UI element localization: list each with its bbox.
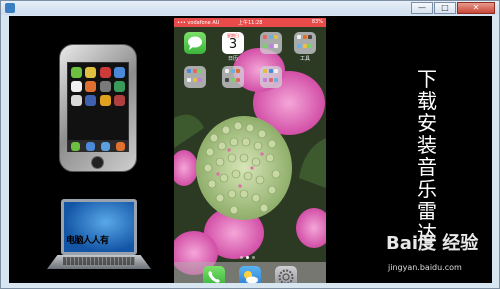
title-bar[interactable]: — □ ✕	[1, 1, 499, 15]
calendar-app-icon[interactable]: 星期日 3	[222, 32, 244, 54]
speech-bubble-icon	[188, 36, 202, 50]
iphone-illustration	[59, 44, 137, 172]
tools-folder-label: 工具	[299, 56, 310, 62]
mini-app-icon	[268, 69, 273, 73]
weather-app-icon[interactable]	[239, 266, 261, 283]
phone-handset-icon	[208, 271, 220, 283]
mini-app-icon	[236, 77, 241, 82]
folder-icon[interactable]	[260, 32, 282, 54]
mini-app-icon	[263, 77, 267, 82]
mini-app-icon	[268, 77, 273, 82]
mini-app-icon	[192, 77, 197, 82]
laptop-keyboard	[63, 257, 135, 265]
mini-app-icon	[302, 35, 307, 39]
image-viewer-canvas: 电脑人人有 ••• vodafone AU 上午11:28 83% 星期日 3 …	[9, 16, 492, 283]
app-icon	[113, 67, 125, 78]
tools-folder-icon[interactable]	[294, 32, 316, 54]
mini-app-icon	[198, 69, 203, 73]
app-icon	[113, 95, 125, 106]
app-icon	[86, 141, 95, 151]
page-indicator[interactable]	[240, 256, 255, 259]
mini-app-icon	[230, 69, 235, 73]
mini-app-icon	[308, 35, 313, 39]
settings-app-icon[interactable]	[275, 266, 297, 283]
laptop-screen-text: 电脑人人有	[66, 236, 109, 246]
app-icon	[71, 67, 82, 78]
phone-dock	[174, 262, 326, 283]
maximize-button[interactable]: □	[434, 2, 456, 14]
app-icon	[71, 95, 82, 106]
carrier-text: ••• vodafone AU	[177, 19, 220, 26]
laptop-illustration: 电脑人人有	[47, 199, 151, 277]
page-dot-active	[246, 256, 249, 259]
app-icon	[116, 141, 125, 151]
page-dot	[252, 256, 255, 259]
mini-app-icon	[274, 43, 279, 48]
mini-app-icon	[225, 77, 229, 82]
mini-app-icon	[268, 35, 273, 39]
app-icon	[71, 81, 82, 92]
mini-app-icon	[263, 35, 267, 39]
sun-cloud-icon	[244, 271, 258, 283]
mini-app-icon	[308, 43, 313, 48]
mini-app-icon	[230, 77, 235, 82]
app-icon	[85, 95, 97, 106]
app-icon	[99, 67, 111, 78]
mini-app-icon	[274, 77, 279, 82]
mini-app-icon	[236, 69, 241, 73]
page-dot	[240, 256, 243, 259]
mini-app-icon	[302, 43, 307, 48]
mini-app-icon	[274, 69, 279, 73]
mini-app-icon	[268, 43, 273, 48]
mini-app-icon	[198, 77, 203, 82]
minimize-button[interactable]: —	[411, 2, 433, 14]
app-icon	[71, 141, 80, 151]
messages-app-icon[interactable]	[184, 32, 206, 54]
baidu-logo: Bai度 经验	[386, 233, 479, 254]
phone-screenshot: ••• vodafone AU 上午11:28 83% 星期日 3 日历 工具	[174, 18, 326, 283]
phone-app-icon[interactable]	[203, 266, 225, 283]
iphone-dock	[68, 140, 128, 152]
mini-app-icon	[297, 43, 301, 48]
app-window: — □ ✕ 电脑人人有 ••• vodafone AU 上午11:28 83% …	[0, 0, 500, 289]
app-icon	[113, 81, 125, 92]
app-icon	[85, 67, 97, 78]
battery-text: 83%	[311, 19, 323, 25]
window-icon	[5, 3, 15, 13]
folder-icon[interactable]	[222, 66, 244, 88]
folder-icon[interactable]	[260, 66, 282, 88]
mini-app-icon	[274, 35, 279, 39]
calendar-date: 3	[228, 37, 238, 52]
app-icon	[101, 141, 110, 151]
folder-icon[interactable]	[184, 66, 206, 88]
close-button[interactable]: ✕	[457, 2, 495, 14]
iphone-screen	[67, 62, 129, 152]
home-button-icon	[91, 156, 104, 169]
status-time: 上午11:28	[238, 20, 263, 26]
app-icon	[99, 81, 111, 92]
mini-app-icon	[263, 69, 267, 73]
calendar-app-label: 日历	[227, 56, 238, 62]
mini-app-icon	[187, 69, 191, 73]
vertical-caption: 下载安装音乐雷达	[417, 67, 437, 245]
window-controls: — □ ✕	[411, 2, 495, 14]
gear-icon	[278, 269, 294, 283]
mini-app-icon	[192, 69, 197, 73]
mini-app-icon	[225, 69, 229, 73]
app-icon	[85, 81, 97, 92]
mini-app-icon	[187, 77, 191, 82]
baidu-jingyan-watermark: Bai度 经验 jingyan.baidu.com	[366, 229, 486, 283]
app-icon	[99, 95, 111, 106]
mini-app-icon	[297, 35, 301, 39]
mini-app-icon	[263, 43, 267, 48]
watermark-url: jingyan.baidu.com	[388, 263, 462, 272]
status-bar: ••• vodafone AU 上午11:28 83%	[174, 18, 326, 27]
laptop-screen: 电脑人人有	[61, 199, 137, 255]
